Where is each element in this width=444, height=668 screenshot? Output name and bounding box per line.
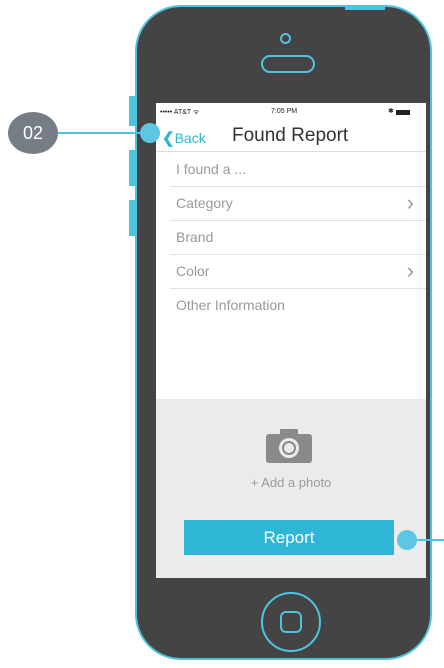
side-button-mute bbox=[129, 96, 135, 126]
side-button-power bbox=[345, 5, 385, 10]
other-information-field[interactable]: Other Information bbox=[170, 289, 426, 389]
home-button[interactable] bbox=[261, 592, 321, 652]
back-button[interactable]: ❮Back bbox=[162, 129, 206, 147]
speaker-grille bbox=[261, 55, 315, 73]
home-button-square bbox=[280, 611, 302, 633]
callout-dot-back bbox=[140, 123, 160, 143]
report-button[interactable]: Report bbox=[184, 520, 394, 555]
brand-placeholder: Brand bbox=[176, 229, 214, 245]
back-label: Back bbox=[174, 130, 206, 146]
navigation-bar: ❮Back Found Report bbox=[156, 121, 426, 152]
status-bar: ••••• AT&T ᯤ 7:05 PM ✱ bbox=[156, 103, 426, 119]
found-item-field[interactable]: I found a ... bbox=[170, 153, 426, 187]
callout-badge: 02 bbox=[8, 112, 58, 154]
category-row[interactable]: Category › bbox=[170, 187, 426, 221]
front-camera bbox=[280, 33, 291, 44]
report-form: I found a ... Category › Brand Color › O… bbox=[156, 153, 426, 389]
add-photo-link[interactable]: + Add a photo bbox=[156, 475, 426, 490]
battery-icon bbox=[396, 110, 410, 115]
side-button-volume-up bbox=[129, 150, 135, 186]
camera-icon[interactable] bbox=[266, 429, 312, 463]
bluetooth-icon: ✱ bbox=[388, 108, 394, 115]
chevron-right-icon: › bbox=[406, 190, 414, 215]
other-information-placeholder: Other Information bbox=[176, 297, 285, 313]
carrier-label: ••••• AT&T ᯤ bbox=[160, 109, 200, 116]
photo-area: + Add a photo Report bbox=[156, 399, 426, 578]
status-time: 7:05 PM bbox=[271, 108, 298, 115]
chevron-right-icon: › bbox=[406, 258, 414, 283]
side-button-volume-down bbox=[129, 200, 135, 236]
color-row[interactable]: Color › bbox=[170, 255, 426, 289]
phone-screen: ••••• AT&T ᯤ 7:05 PM ✱ ❮Back Found Repor… bbox=[156, 103, 426, 578]
chevron-left-icon: ❮ bbox=[162, 130, 175, 147]
found-item-placeholder: I found a ... bbox=[176, 161, 247, 177]
category-label: Category bbox=[176, 195, 233, 211]
page-title: Found Report bbox=[232, 125, 349, 146]
color-label: Color bbox=[176, 263, 210, 279]
callout-dot-report bbox=[397, 530, 417, 550]
brand-field[interactable]: Brand bbox=[170, 221, 426, 255]
